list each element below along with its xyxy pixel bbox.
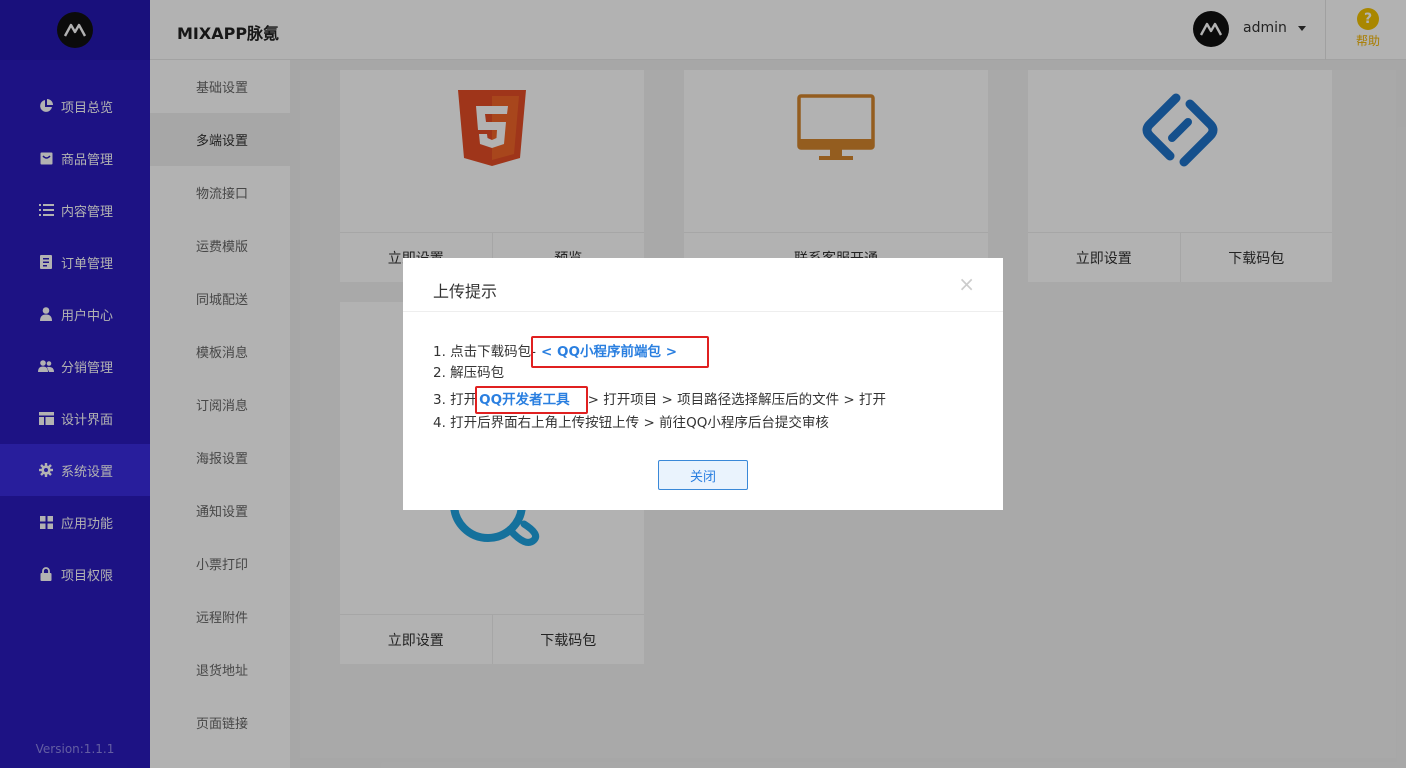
qq-frontend-package-link[interactable]: < QQ小程序前端包 > [531,336,710,368]
close-icon[interactable]: × [958,274,975,294]
modal-body: 1. 点击下载码包- < QQ小程序前端包 > 2. 解压码包 3. 打开 QQ开发… [403,312,1003,436]
modal-title: 上传提示 [433,282,498,301]
close-button[interactable]: 关闭 [658,460,748,490]
step-3-suffix: > 打开项目 > 项目路径选择解压后的文件 > 打开 [587,392,887,408]
step-4: 4. 打开后界面右上角上传按钮上传 > 前往QQ小程序后台提交审核 [433,415,829,431]
step-3-text: 3. 打开 [433,392,478,408]
qq-devtools-link[interactable]: QQ开发者工具 [475,386,588,414]
modal-header: 上传提示 × [403,258,1003,312]
step-3: 3. 打开 QQ开发者工具 > 打开项目 > 项目路径选择解压后的文件 > 打开 [433,386,973,414]
step-1-text: 1. 点击下载码包- [433,344,537,360]
upload-tip-modal: 上传提示 × 1. 点击下载码包- < QQ小程序前端包 > 2. 解压码包 3.… [403,258,1003,510]
step-1: 1. 点击下载码包- < QQ小程序前端包 > [433,336,973,368]
